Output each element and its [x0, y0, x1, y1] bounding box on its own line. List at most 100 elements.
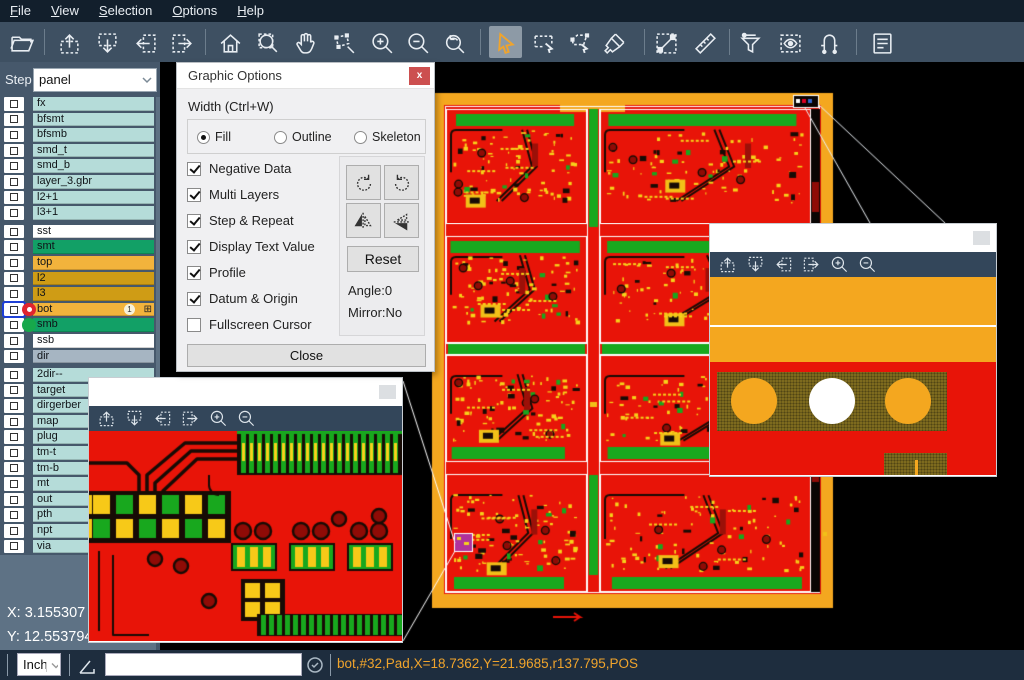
checkbox-step-repeat[interactable]: Step & Repeat	[187, 213, 294, 228]
radio-fill[interactable]: Fill	[197, 130, 231, 144]
checkbox-display-text-value[interactable]: Display Text Value	[187, 239, 315, 254]
command-input[interactable]	[105, 653, 302, 676]
zoom-window-icon[interactable]	[254, 29, 282, 57]
layer-visibility-checkbox[interactable]	[4, 384, 24, 398]
pcb-zoom-detail-view[interactable]	[89, 431, 402, 641]
layer-name-bot[interactable]: bot	[33, 303, 154, 317]
layer-visibility-checkbox[interactable]	[4, 430, 24, 444]
zoom-in-icon[interactable]	[368, 29, 396, 57]
layer-visibility-checkbox[interactable]	[4, 144, 24, 158]
send-down-icon[interactable]	[93, 29, 121, 57]
pcb-zoom-detail-view[interactable]	[710, 277, 996, 475]
zoom-out-icon[interactable]	[404, 29, 432, 57]
layer-visibility-checkbox[interactable]	[4, 334, 24, 348]
layer-name-smt[interactable]: smt	[33, 240, 154, 254]
mirror-horizontal-button[interactable]	[346, 203, 381, 238]
reset-button[interactable]: Reset	[347, 246, 419, 272]
filter-icon[interactable]	[736, 29, 764, 57]
zoom-in-icon[interactable]	[207, 409, 229, 429]
snap-icon[interactable]	[815, 29, 843, 57]
send-left-icon[interactable]	[772, 255, 794, 275]
zoom-window-title-bar[interactable]	[89, 378, 402, 406]
layer-visibility-checkbox[interactable]	[4, 368, 24, 382]
layer-visibility-checkbox[interactable]	[4, 191, 24, 205]
layer-visibility-checkbox[interactable]	[4, 159, 24, 173]
layer-visibility-checkbox[interactable]	[4, 462, 24, 476]
layer-visibility-checkbox[interactable]	[4, 128, 24, 142]
select-group-icon[interactable]	[565, 29, 593, 57]
checkbox-profile[interactable]: Profile	[187, 265, 246, 280]
open-folder-icon[interactable]	[8, 29, 36, 57]
send-right-icon[interactable]	[800, 255, 822, 275]
menu-help[interactable]: Help	[227, 0, 274, 22]
layer-name-sst[interactable]: sst	[33, 225, 154, 239]
layer-name-top[interactable]: top	[33, 256, 154, 270]
layer-name-fx[interactable]: fx	[33, 97, 154, 111]
layer-visibility-checkbox[interactable]	[4, 303, 24, 317]
step-dropdown[interactable]: panel	[33, 68, 157, 92]
menu-file[interactable]: File	[0, 0, 41, 22]
zoom-window-bottom-left[interactable]	[88, 377, 403, 643]
layer-name-ssb[interactable]: ssb	[33, 334, 154, 348]
send-right-icon[interactable]	[179, 409, 201, 429]
checkbox-multi-layers[interactable]: Multi Layers	[187, 187, 279, 202]
layer-visibility-checkbox[interactable]	[4, 240, 24, 254]
checkbox-fullscreen-cursor[interactable]: Fullscreen Cursor	[187, 317, 312, 332]
send-up-icon[interactable]	[716, 255, 738, 275]
layer-visibility-checkbox[interactable]	[4, 446, 24, 460]
layer-name-l2[interactable]: l2	[33, 272, 154, 286]
layer-visibility-checkbox[interactable]	[4, 318, 24, 332]
layer-name-smd_t[interactable]: smd_t	[33, 144, 154, 158]
menu-options[interactable]: Options	[162, 0, 227, 22]
layer-visibility-checkbox[interactable]	[4, 287, 24, 301]
layer-visibility-checkbox[interactable]	[4, 175, 24, 189]
report-icon[interactable]	[868, 29, 896, 57]
layer-visibility-checkbox[interactable]	[4, 350, 24, 364]
layer-visibility-checkbox[interactable]	[4, 272, 24, 286]
zoom-window-title-bar[interactable]	[710, 224, 996, 252]
unit-dropdown[interactable]: Inch	[17, 653, 61, 676]
radio-outline[interactable]: Outline	[274, 130, 332, 144]
send-left-icon[interactable]	[131, 29, 159, 57]
layer-visibility-checkbox[interactable]	[4, 540, 24, 554]
menu-view[interactable]: View	[41, 0, 89, 22]
angle-measure-icon[interactable]	[78, 657, 98, 675]
radio-skeleton[interactable]: Skeleton	[354, 130, 421, 144]
view-options-icon[interactable]	[776, 29, 804, 57]
layer-visibility-checkbox[interactable]	[4, 225, 24, 239]
layer-name-smb[interactable]: smb	[33, 318, 154, 332]
layer-name-l3[interactable]: l3	[33, 287, 154, 301]
grid-icon[interactable]: ⊞	[144, 303, 152, 316]
zoom-window-top-right[interactable]	[709, 223, 997, 477]
checkbox-datum-origin[interactable]: Datum & Origin	[187, 291, 298, 306]
zoom-previous-icon[interactable]	[440, 29, 468, 57]
clean-brush-icon[interactable]	[600, 29, 628, 57]
layer-visibility-checkbox[interactable]	[4, 256, 24, 270]
layer-name-l3+1[interactable]: l3+1	[33, 206, 154, 220]
window-button[interactable]	[973, 231, 990, 245]
rotate-cw-button[interactable]	[346, 165, 381, 200]
layer-visibility-checkbox[interactable]	[4, 477, 24, 491]
layer-visibility-checkbox[interactable]	[4, 493, 24, 507]
ruler-icon[interactable]	[691, 29, 719, 57]
layer-visibility-checkbox[interactable]	[4, 508, 24, 522]
home-icon[interactable]	[216, 29, 244, 57]
layer-visibility-checkbox[interactable]	[4, 415, 24, 429]
zoom-in-icon[interactable]	[828, 255, 850, 275]
layer-name-layer_3.gbr[interactable]: layer_3.gbr	[33, 175, 154, 189]
pan-hand-icon[interactable]	[292, 29, 320, 57]
refresh-icon[interactable]	[306, 656, 324, 674]
send-down-icon[interactable]	[123, 409, 145, 429]
zoom-polygon-icon[interactable]	[330, 29, 358, 57]
send-left-icon[interactable]	[151, 409, 173, 429]
zoom-out-icon[interactable]	[856, 255, 878, 275]
measure-distance-icon[interactable]	[652, 29, 680, 57]
layer-visibility-checkbox[interactable]	[4, 206, 24, 220]
layer-visibility-checkbox[interactable]	[4, 97, 24, 111]
send-up-icon[interactable]	[95, 409, 117, 429]
window-button[interactable]	[379, 385, 396, 399]
select-window-icon[interactable]	[529, 29, 557, 57]
mirror-vertical-button[interactable]	[384, 203, 419, 238]
layer-visibility-checkbox[interactable]	[4, 399, 24, 413]
layer-visibility-checkbox[interactable]	[4, 113, 24, 127]
